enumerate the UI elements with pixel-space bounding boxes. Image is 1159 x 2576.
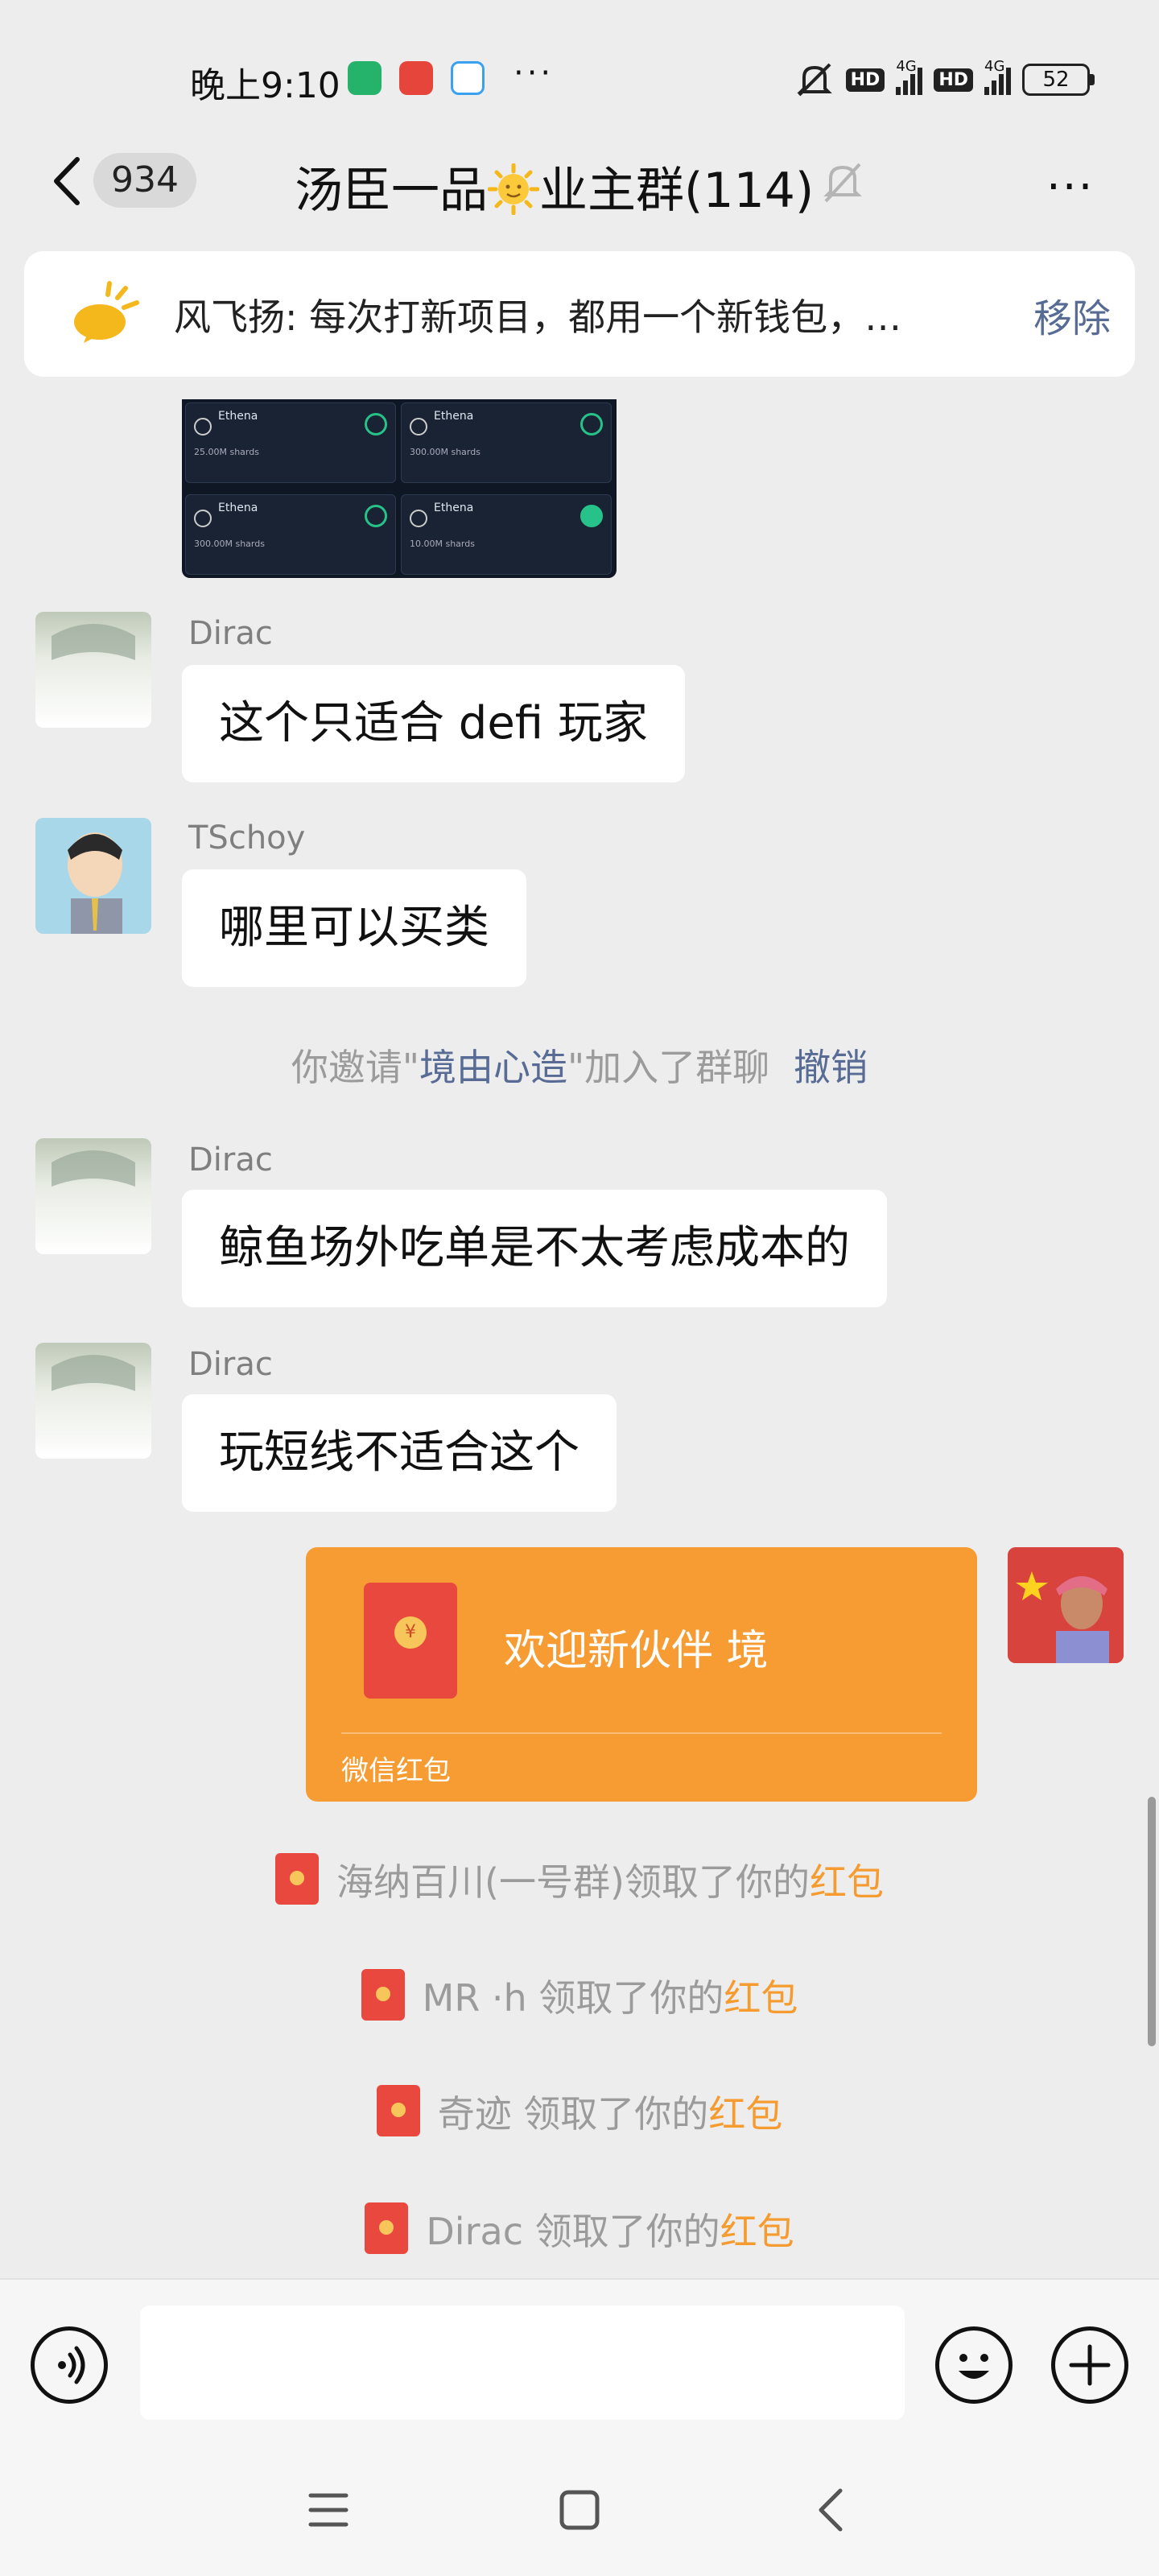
red-packet-claim-notice: 海纳百川(一号群)领取了你的红包 xyxy=(0,1853,1159,1906)
image-card: Ethena 25.00M shards xyxy=(185,402,396,483)
cloud-app-icon xyxy=(451,61,485,95)
text-message-bubble[interactable]: 玩短线不适合这个 xyxy=(182,1394,617,1512)
image-card: Ethena 10.00M shards xyxy=(401,494,612,575)
back-icon[interactable] xyxy=(808,2486,856,2534)
red-packet-title: 欢迎新伙伴 境 xyxy=(504,1627,769,1675)
pinned-message-bar[interactable]: 风飞扬: 每次打新项目，都用一个新钱包，… 移除 xyxy=(24,251,1135,377)
text-message-bubble[interactable]: 这个只适合 defi 玩家 xyxy=(182,665,685,782)
battery-icon: 52 xyxy=(1022,64,1095,96)
shield-app-icon xyxy=(348,61,382,95)
red-packet-icon xyxy=(365,2202,409,2254)
avatar[interactable] xyxy=(35,1138,151,1254)
voice-input-button[interactable] xyxy=(31,2326,108,2404)
plus-icon xyxy=(1069,2344,1111,2386)
image-message[interactable]: Ethena 25.00M shards Ethena 300.00M shar… xyxy=(182,399,617,578)
announcement-icon xyxy=(74,281,139,343)
text-message-bubble[interactable]: 鲸鱼场外吃单是不太考虑成本的 xyxy=(182,1190,887,1307)
chat-title-prefix: 汤臣一品 xyxy=(295,163,488,219)
red-packet-link[interactable]: 红包 xyxy=(724,1976,798,2020)
emoji-button[interactable] xyxy=(935,2326,1013,2404)
hd-badge-2: HD xyxy=(934,68,973,92)
red-packet-label: 微信红包 xyxy=(341,1755,451,1787)
mute-bell-icon xyxy=(796,63,832,97)
image-card: Ethena 300.00M shards xyxy=(185,494,396,575)
red-packet-icon xyxy=(376,2085,420,2136)
avatar[interactable] xyxy=(35,818,151,934)
signal-icon-2: 4G xyxy=(984,58,1011,95)
image-card: Ethena 300.00M shards xyxy=(401,402,612,483)
status-time: 晚上9:10 xyxy=(190,65,340,106)
sender-name: TSchoy xyxy=(188,819,306,857)
sender-name: Dirac xyxy=(188,1141,273,1179)
back-unread-count[interactable]: 934 xyxy=(93,153,196,208)
pinned-message-text: 风飞扬: 每次打新项目，都用一个新钱包，… xyxy=(174,295,902,339)
menu-icon[interactable] xyxy=(304,2486,353,2534)
red-packet-divider xyxy=(341,1732,942,1734)
signal-icon-1: 4G xyxy=(896,58,923,95)
back-chevron-icon[interactable] xyxy=(50,156,84,206)
red-packet-message[interactable]: ¥ 欢迎新伙伴 境 微信红包 xyxy=(306,1547,977,1802)
red-packet-claim-notice: Dirac 领取了你的红包 xyxy=(0,2202,1159,2256)
network-type-1: 4G xyxy=(896,58,917,75)
more-notifications-icon: ··· xyxy=(514,55,555,92)
red-packet-claim-notice: MR ·h 领取了你的红包 xyxy=(0,1969,1159,2022)
muted-bell-icon xyxy=(823,163,862,203)
system-invite-notice: 你邀请"境由心造"加入了群聊 撤销 xyxy=(291,1046,868,1089)
status-indicators: HD 4G HD 4G 52 xyxy=(794,58,1095,98)
revoke-invite-link[interactable]: 撤销 xyxy=(794,1046,868,1089)
red-packet-claim-notice: 奇迹 领取了你的红包 xyxy=(0,2085,1159,2138)
status-bar: 晚上9:10 ··· HD 4G HD 4G 52 xyxy=(0,0,1159,153)
red-packet-link[interactable]: 红包 xyxy=(810,1860,884,1904)
battery-level: 52 xyxy=(1022,64,1090,96)
avatar[interactable] xyxy=(35,1343,151,1459)
red-packet-link[interactable]: 红包 xyxy=(720,2210,794,2253)
text-message-bubble[interactable]: 哪里可以买类 xyxy=(182,869,526,987)
voice-icon xyxy=(58,2346,85,2384)
more-options-icon[interactable]: ··· xyxy=(1046,161,1094,213)
remove-pin-button[interactable]: 移除 xyxy=(1033,287,1111,343)
home-icon[interactable] xyxy=(555,2486,604,2534)
system-navigation-bar xyxy=(0,2439,1159,2576)
invitee-name-link[interactable]: 境由心造 xyxy=(419,1046,567,1089)
chat-title-suffix: 业主群(114) xyxy=(539,163,815,219)
avatar[interactable] xyxy=(35,612,151,728)
more-actions-button[interactable] xyxy=(1051,2326,1128,2404)
my-avatar[interactable] xyxy=(1008,1547,1124,1663)
smiley-icon xyxy=(959,2354,989,2379)
network-type-2: 4G xyxy=(984,58,1005,75)
chat-title[interactable]: 汤臣一品 业主群(114) xyxy=(295,151,814,221)
red-packet-link[interactable]: 红包 xyxy=(708,2092,782,2136)
sender-name: Dirac xyxy=(188,615,273,652)
red-packet-icon xyxy=(361,1969,405,2021)
message-text-input[interactable] xyxy=(140,2306,905,2420)
chat-header: 934 汤臣一品 业主群(114) ··· xyxy=(0,137,1159,225)
chat-scrollbar[interactable] xyxy=(1148,1797,1156,2046)
red-packet-icon xyxy=(275,1853,320,1905)
sender-name: Dirac xyxy=(188,1346,273,1383)
red-envelope-icon: ¥ xyxy=(364,1583,457,1699)
hd-badge-1: HD xyxy=(845,68,885,92)
message-input-bar xyxy=(0,2278,1159,2439)
browser-app-icon xyxy=(399,61,433,95)
sun-face-emoji-icon xyxy=(488,163,539,215)
